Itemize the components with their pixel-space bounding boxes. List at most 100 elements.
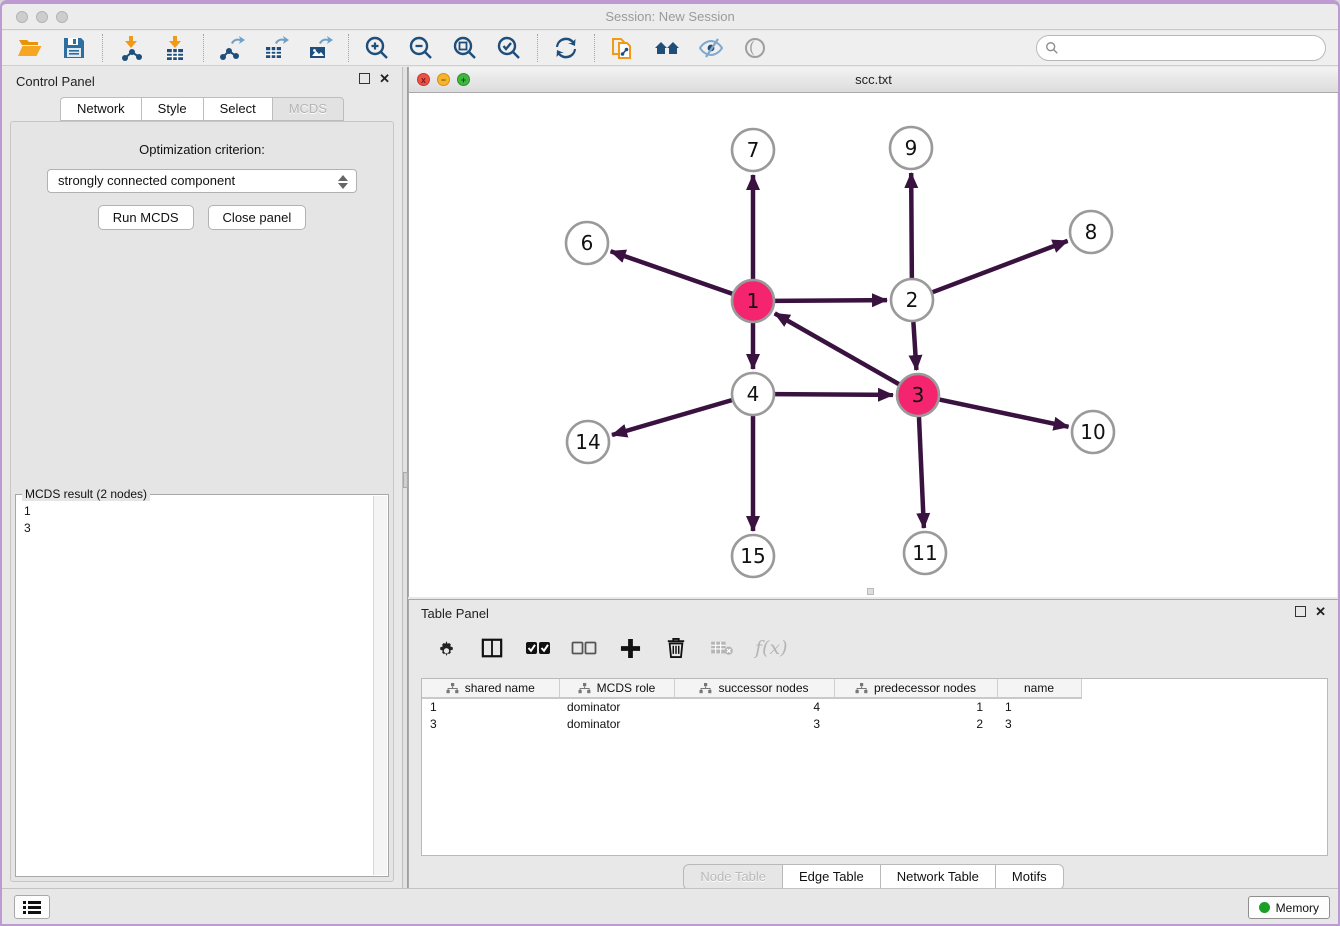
tab-mcds[interactable]: MCDS — [272, 97, 344, 121]
table-row[interactable]: 1dominator411 — [422, 698, 1327, 715]
delete-icon[interactable] — [663, 635, 689, 661]
graph-edge-1-6[interactable] — [611, 251, 733, 293]
tab-motifs[interactable]: Motifs — [995, 864, 1064, 890]
table-tabs: Node Table Edge Table Network Table Moti… — [409, 864, 1338, 890]
status-bar: Memory — [2, 888, 1338, 924]
list-icon — [23, 900, 41, 914]
control-panel-title: Control Panel — [16, 74, 95, 89]
main-toolbar — [2, 31, 1338, 66]
task-history-button[interactable] — [14, 895, 50, 919]
table-cell[interactable]: dominator — [559, 715, 674, 732]
zoom-out-icon[interactable] — [407, 34, 435, 62]
search-input[interactable] — [1059, 37, 1325, 59]
export-image-icon[interactable] — [306, 34, 334, 62]
select-all-icon[interactable] — [525, 635, 551, 661]
network-window-titlebar[interactable]: x − + scc.txt — [409, 67, 1338, 93]
export-network-icon[interactable] — [218, 34, 246, 62]
table-panel: Table Panel ✕ — [408, 599, 1338, 894]
close-panel-icon[interactable]: ✕ — [379, 73, 390, 84]
tab-edge-table[interactable]: Edge Table — [782, 864, 880, 890]
optimization-criterion-select[interactable]: strongly connected component — [47, 169, 357, 193]
graph-edge-2-8[interactable] — [933, 241, 1068, 292]
network-window-title: scc.txt — [409, 72, 1338, 87]
import-network-icon[interactable] — [117, 34, 145, 62]
first-neighbors-icon[interactable] — [653, 34, 681, 62]
close-table-panel-icon[interactable]: ✕ — [1315, 606, 1326, 617]
zoom-in-icon[interactable] — [363, 34, 391, 62]
table-cell[interactable]: 4 — [674, 698, 834, 715]
save-session-icon[interactable] — [60, 34, 88, 62]
network-canvas[interactable]: 7968124314101511 — [409, 93, 1337, 597]
close-panel-button[interactable]: Close panel — [208, 205, 307, 230]
node-table[interactable]: shared nameMCDS rolesuccessor nodesprede… — [421, 678, 1328, 856]
deselect-all-icon[interactable] — [571, 635, 597, 661]
hide-details-icon[interactable] — [697, 34, 725, 62]
search-field[interactable] — [1036, 35, 1326, 61]
column-header-predecessor-nodes[interactable]: predecessor nodes — [834, 679, 997, 698]
graph-node-label: 7 — [747, 138, 760, 162]
memory-button[interactable]: Memory — [1248, 896, 1330, 919]
mcds-result-text[interactable]: 1 3 — [18, 497, 372, 874]
column-header-name[interactable]: name — [997, 679, 1081, 698]
graph-node-label: 1 — [747, 289, 760, 313]
graph-edge-3-10[interactable] — [940, 400, 1069, 427]
column-header-successor-nodes[interactable]: successor nodes — [674, 679, 834, 698]
graph-edge-3-11[interactable] — [919, 417, 924, 528]
graph-edge-1-2[interactable] — [775, 300, 887, 301]
float-panel-icon[interactable] — [359, 73, 370, 84]
column-header-shared-name[interactable]: shared name — [422, 679, 559, 698]
memory-label: Memory — [1276, 901, 1319, 915]
tab-select[interactable]: Select — [203, 97, 272, 121]
column-header-MCDS-role[interactable]: MCDS role — [559, 679, 674, 698]
table-cell[interactable]: 1 — [834, 698, 997, 715]
import-table-icon[interactable] — [161, 34, 189, 62]
graph-edge-2-3[interactable] — [913, 322, 916, 370]
function-builder-icon: f(x) — [755, 637, 788, 659]
result-scrollbar[interactable] — [373, 496, 387, 875]
export-table-icon[interactable] — [262, 34, 290, 62]
tab-network[interactable]: Network — [60, 97, 141, 121]
table-row[interactable]: 3dominator323 — [422, 715, 1327, 732]
graph-node-label: 14 — [575, 430, 600, 454]
graph-node-label: 11 — [912, 541, 937, 565]
columns-icon[interactable] — [479, 635, 505, 661]
table-cell-filler — [1081, 698, 1327, 715]
canvas-resize-grip[interactable] — [867, 588, 874, 595]
table-cell[interactable]: 3 — [422, 715, 559, 732]
tab-network-table[interactable]: Network Table — [880, 864, 995, 890]
mcds-result-box: MCDS result (2 nodes) 1 3 — [15, 494, 389, 877]
graph-node-label: 15 — [740, 544, 765, 568]
delete-table-icon — [709, 635, 735, 661]
hierarchy-icon — [855, 683, 868, 694]
table-toolbar: f(x) — [433, 628, 1338, 668]
float-table-panel-icon[interactable] — [1295, 606, 1306, 617]
open-file-icon[interactable] — [16, 34, 44, 62]
graph-edge-3-1[interactable] — [775, 313, 899, 384]
graph-edge-4-14[interactable] — [612, 400, 732, 435]
tab-style[interactable]: Style — [141, 97, 203, 121]
chevron-updown-icon — [338, 174, 348, 190]
table-cell[interactable]: 3 — [674, 715, 834, 732]
tab-node-table[interactable]: Node Table — [683, 864, 782, 890]
graph-node-label: 10 — [1080, 420, 1105, 444]
graph-node-label: 4 — [747, 382, 760, 406]
clone-network-icon[interactable] — [609, 34, 637, 62]
table-cell[interactable]: 3 — [997, 715, 1081, 732]
graph-edge-2-9[interactable] — [911, 173, 912, 278]
table-cell[interactable]: dominator — [559, 698, 674, 715]
graph-edge-4-3[interactable] — [775, 394, 893, 395]
hierarchy-icon — [699, 683, 712, 694]
run-mcds-button[interactable]: Run MCDS — [98, 205, 194, 230]
zoom-fit-icon[interactable] — [451, 34, 479, 62]
optimization-criterion-label: Optimization criterion: — [11, 142, 393, 157]
add-icon[interactable] — [617, 635, 643, 661]
zoom-selected-icon[interactable] — [495, 34, 523, 62]
hierarchy-icon — [446, 683, 459, 694]
refresh-icon[interactable] — [552, 34, 580, 62]
table-cell[interactable]: 2 — [834, 715, 997, 732]
gear-icon[interactable] — [433, 635, 459, 661]
app-window: Session: New Session — [0, 0, 1340, 926]
table-cell[interactable]: 1 — [422, 698, 559, 715]
table-cell[interactable]: 1 — [997, 698, 1081, 715]
presentation-eye-icon[interactable] — [741, 34, 769, 62]
